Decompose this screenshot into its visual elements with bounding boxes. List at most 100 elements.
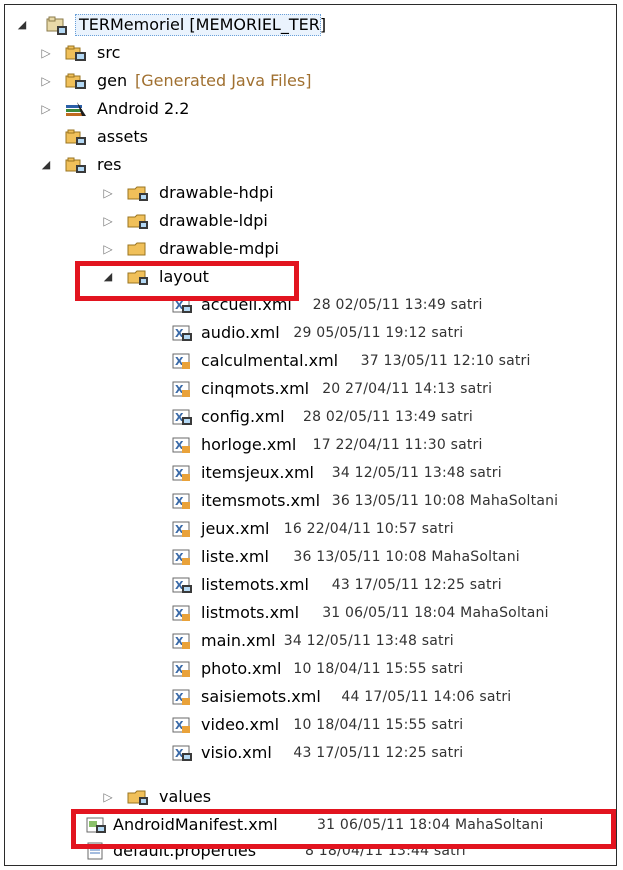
file-meta: 44 17/05/11 14:06 satri bbox=[341, 689, 512, 705]
file-name: saisiemots.xml bbox=[201, 687, 321, 706]
expanded-arrow-icon[interactable]: ◢ bbox=[15, 13, 29, 37]
file-meta: 28 02/05/11 13:49 satri bbox=[303, 409, 473, 425]
tree-item-label: values bbox=[159, 787, 212, 806]
file-name: main.xml bbox=[201, 631, 276, 650]
collapsed-arrow-icon[interactable]: ▷ bbox=[39, 69, 53, 93]
file-name: calculmental.xml bbox=[201, 351, 339, 370]
tree-item-label: src bbox=[97, 43, 121, 62]
collapsed-arrow-icon[interactable]: ▷ bbox=[101, 209, 115, 233]
collapsed-arrow-icon[interactable]: ▷ bbox=[39, 97, 53, 121]
layout-file-item[interactable]: Xliste.xml 36 13/05/11 10:08 MahaSoltani bbox=[5, 545, 616, 569]
layout-file-item[interactable]: Xcinqmots.xml 20 27/04/11 14:13 satri bbox=[5, 377, 616, 401]
layout-file-item[interactable]: Xhorloge.xml 17 22/04/11 11:30 satri bbox=[5, 433, 616, 457]
file-name: listemots.xml bbox=[201, 575, 309, 594]
tree-item-gen[interactable]: ▷ gen [Generated Java Files] bbox=[5, 69, 505, 93]
layout-file-item[interactable]: Xsaisiemots.xml 44 17/05/11 14:06 satri bbox=[5, 685, 616, 709]
tree-item-label: drawable-mdpi bbox=[159, 239, 279, 258]
layout-file-item[interactable]: Xcalculmental.xml 37 13/05/11 12:10 satri bbox=[5, 349, 616, 373]
library-icon bbox=[65, 100, 87, 118]
file-meta: 43 17/05/11 12:25 satri bbox=[331, 577, 502, 593]
layout-file-item[interactable]: Xvideo.xml 10 18/04/11 15:55 satri bbox=[5, 713, 616, 737]
file-name: liste.xml bbox=[201, 547, 269, 566]
expanded-arrow-icon[interactable]: ◢ bbox=[39, 153, 53, 177]
file-name: horloge.xml bbox=[201, 435, 297, 454]
file-name: itemsjeux.xml bbox=[201, 463, 314, 482]
android-project-icon bbox=[45, 16, 67, 35]
file-meta: 29 05/05/11 19:12 satri bbox=[293, 325, 464, 341]
xml-file-icon: X bbox=[171, 352, 193, 370]
layout-file-item[interactable]: Xmain.xml 34 12/05/11 13:48 satri bbox=[5, 629, 616, 653]
tree-item-label: gen bbox=[97, 71, 128, 90]
tree-item-label: Android 2.2 bbox=[97, 99, 190, 118]
tree-item-drawable-hdpi[interactable]: ▷ drawable-hdpi bbox=[5, 181, 505, 205]
layout-file-item[interactable]: Xconfig.xml 28 02/05/11 13:49 satri bbox=[5, 405, 616, 429]
collapsed-arrow-icon[interactable]: ▷ bbox=[101, 237, 115, 261]
generated-files-note: [Generated Java Files] bbox=[135, 71, 312, 90]
folder-icon bbox=[127, 184, 149, 202]
collapsed-arrow-icon[interactable]: ▷ bbox=[39, 41, 53, 65]
layout-file-item[interactable]: Xitemsjeux.xml 34 12/05/11 13:48 satri bbox=[5, 461, 616, 485]
source-folder-icon bbox=[65, 72, 87, 90]
tree-item-drawable-ldpi[interactable]: ▷ drawable-ldpi bbox=[5, 209, 505, 233]
file-name: audio.xml bbox=[201, 323, 280, 342]
file-name: listmots.xml bbox=[201, 603, 300, 622]
file-meta: 43 17/05/11 12:25 satri bbox=[293, 745, 464, 761]
layout-file-item[interactable]: Xlistemots.xml 43 17/05/11 12:25 satri bbox=[5, 573, 616, 597]
xml-file-icon: X bbox=[171, 492, 193, 510]
file-name: visio.xml bbox=[201, 743, 272, 762]
xml-file-icon: X bbox=[171, 688, 193, 706]
tree-item-label: drawable-hdpi bbox=[159, 183, 274, 202]
folder-icon bbox=[127, 240, 149, 258]
folder-icon bbox=[65, 128, 87, 146]
tree-item-assets[interactable]: assets bbox=[5, 125, 505, 149]
file-meta: 16 22/04/11 10:57 satri bbox=[283, 521, 454, 537]
file-name: cinqmots.xml bbox=[201, 379, 310, 398]
xml-file-modified-icon: X bbox=[171, 324, 193, 342]
file-meta: 20 27/04/11 14:13 satri bbox=[322, 381, 493, 397]
folder-icon bbox=[127, 788, 149, 806]
file-meta: 34 12/05/11 13:48 satri bbox=[331, 465, 502, 481]
collapsed-arrow-icon[interactable]: ▷ bbox=[101, 181, 115, 205]
file-meta: 10 18/04/11 15:55 satri bbox=[293, 661, 464, 677]
collapsed-arrow-icon[interactable]: ▷ bbox=[101, 785, 115, 809]
tree-item-android-library[interactable]: ▷ Android 2.2 bbox=[5, 97, 505, 121]
file-meta: 37 13/05/11 12:10 satri bbox=[360, 353, 531, 369]
layout-file-item[interactable]: Xlistmots.xml 31 06/05/11 18:04 MahaSolta… bbox=[5, 601, 616, 625]
file-name: jeux.xml bbox=[201, 519, 270, 538]
file-meta: 34 12/05/11 13:48 satri bbox=[283, 633, 454, 649]
file-meta: 36 13/05/11 10:08 MahaSoltani bbox=[293, 549, 520, 565]
xml-file-modified-icon: X bbox=[171, 408, 193, 426]
tree-item-project[interactable]: ◢ TERMemoriel [MEMORIEL_TER] bbox=[5, 13, 505, 37]
xml-file-icon: X bbox=[171, 632, 193, 650]
project-label: TERMemoriel [MEMORIEL_TER] bbox=[79, 15, 327, 34]
xml-file-icon: X bbox=[171, 604, 193, 622]
source-folder-icon bbox=[65, 44, 87, 62]
xml-file-icon: X bbox=[171, 436, 193, 454]
file-name: photo.xml bbox=[201, 659, 282, 678]
file-meta: 31 06/05/11 18:04 MahaSoltani bbox=[322, 605, 549, 621]
tree-item-values[interactable]: ▷ values bbox=[5, 785, 505, 809]
file-name: itemsmots.xml bbox=[201, 491, 321, 510]
tree-item-res[interactable]: ◢ res bbox=[5, 153, 505, 177]
layout-file-item[interactable]: Xjeux.xml 16 22/04/11 10:57 satri bbox=[5, 517, 616, 541]
file-meta: 36 13/05/11 10:08 MahaSoltani bbox=[331, 493, 559, 509]
file-name: video.xml bbox=[201, 715, 280, 734]
xml-file-icon: X bbox=[171, 380, 193, 398]
highlight-box-manifest bbox=[71, 809, 616, 849]
tree-item-drawable-mdpi[interactable]: ▷ drawable-mdpi bbox=[5, 237, 505, 261]
project-tree: ◢ TERMemoriel [MEMORIEL_TER] ▷ src ▷ gen… bbox=[5, 5, 616, 865]
tree-item-label: assets bbox=[97, 127, 148, 146]
file-meta: 28 02/05/11 13:49 satri bbox=[312, 297, 483, 313]
tree-item-label: res bbox=[97, 155, 122, 174]
xml-file-icon: X bbox=[171, 548, 193, 566]
tree-item-src[interactable]: ▷ src bbox=[5, 41, 505, 65]
file-meta: 10 18/04/11 15:55 satri bbox=[293, 717, 464, 733]
xml-file-icon: X bbox=[171, 464, 193, 482]
layout-file-item[interactable]: Xvisio.xml 43 17/05/11 12:25 satri bbox=[5, 741, 616, 765]
layout-file-item[interactable]: Xitemsmots.xml 36 13/05/11 10:08 MahaSolt… bbox=[5, 489, 616, 513]
layout-file-item[interactable]: Xphoto.xml 10 18/04/11 15:55 satri bbox=[5, 657, 616, 681]
xml-file-icon: X bbox=[171, 660, 193, 678]
layout-file-item[interactable]: Xaudio.xml 29 05/05/11 19:12 satri bbox=[5, 321, 616, 345]
file-name: config.xml bbox=[201, 407, 285, 426]
file-meta: 17 22/04/11 11:30 satri bbox=[312, 437, 483, 453]
